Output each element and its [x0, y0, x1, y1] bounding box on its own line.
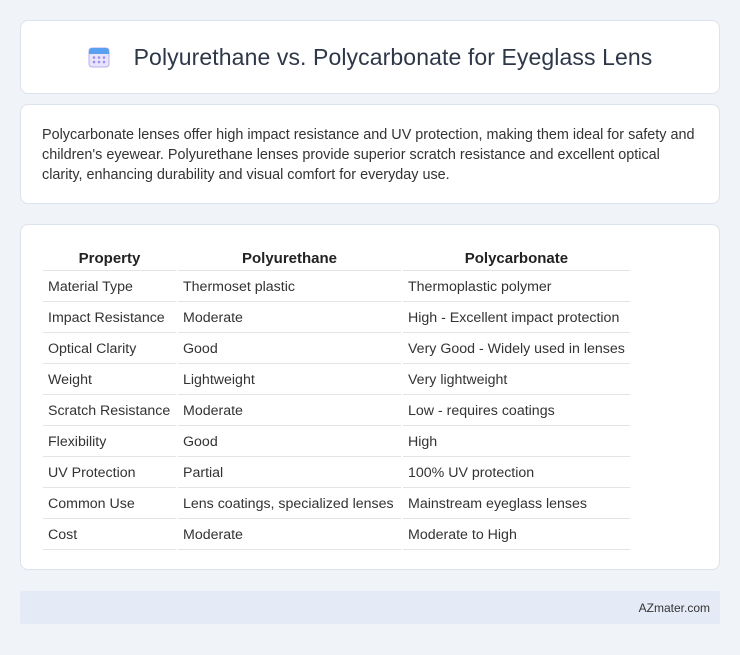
cell-polycarbonate: High — [403, 428, 630, 457]
table-row: UV Protection Partial 100% UV protection — [43, 459, 630, 488]
calendar-icon — [88, 46, 110, 68]
table-header-row: Property Polyurethane Polycarbonate — [43, 247, 630, 271]
cell-property: Material Type — [43, 273, 176, 302]
header-property: Property — [43, 247, 176, 271]
cell-polyurethane: Thermoset plastic — [178, 273, 401, 302]
summary-text: Polycarbonate lenses offer high impact r… — [42, 127, 695, 183]
table-row: Scratch Resistance Moderate Low - requir… — [43, 397, 630, 426]
cell-polycarbonate: Low - requires coatings — [403, 397, 630, 426]
cell-polycarbonate: Thermoplastic polymer — [403, 273, 630, 302]
cell-polyurethane: Moderate — [178, 304, 401, 333]
footer: AZmater.com — [20, 591, 720, 624]
cell-polyurethane: Good — [178, 428, 401, 457]
table-row: Common Use Lens coatings, specialized le… — [43, 490, 630, 519]
page-title: Polyurethane vs. Polycarbonate for Eyegl… — [133, 43, 653, 70]
table-row: Material Type Thermoset plastic Thermopl… — [43, 273, 630, 302]
cell-polyurethane: Lightweight — [178, 366, 401, 395]
cell-property: Flexibility — [43, 428, 176, 457]
cell-polyurethane: Partial — [178, 459, 401, 488]
cell-property: Optical Clarity — [43, 335, 176, 364]
comparison-table: Property Polyurethane Polycarbonate Mate… — [41, 245, 632, 552]
cell-polyurethane: Moderate — [178, 397, 401, 426]
footer-brand: AZmater.com — [638, 600, 710, 615]
cell-polyurethane: Lens coatings, specialized lenses — [178, 490, 401, 519]
cell-polyurethane: Good — [178, 335, 401, 364]
title-card: Polyurethane vs. Polycarbonate for Eyegl… — [20, 20, 720, 94]
header-polycarbonate: Polycarbonate — [403, 247, 630, 271]
cell-polycarbonate: Mainstream eyeglass lenses — [403, 490, 630, 519]
cell-polycarbonate: 100% UV protection — [403, 459, 630, 488]
cell-polycarbonate: Very lightweight — [403, 366, 630, 395]
table-row: Optical Clarity Good Very Good - Widely … — [43, 335, 630, 364]
table-row: Impact Resistance Moderate High - Excell… — [43, 304, 630, 333]
cell-property: Cost — [43, 521, 176, 550]
summary-card: Polycarbonate lenses offer high impact r… — [20, 104, 720, 204]
table-row: Cost Moderate Moderate to High — [43, 521, 630, 550]
table-row: Flexibility Good High — [43, 428, 630, 457]
cell-polycarbonate: High - Excellent impact protection — [403, 304, 630, 333]
cell-property: Weight — [43, 366, 176, 395]
cell-polyurethane: Moderate — [178, 521, 401, 550]
table-card: Property Polyurethane Polycarbonate Mate… — [20, 224, 720, 570]
title-wrap: Polyurethane vs. Polycarbonate for Eyegl… — [88, 44, 653, 71]
header-polyurethane: Polyurethane — [178, 247, 401, 271]
cell-property: Common Use — [43, 490, 176, 519]
cell-property: Scratch Resistance — [43, 397, 176, 426]
table-row: Weight Lightweight Very lightweight — [43, 366, 630, 395]
cell-property: UV Protection — [43, 459, 176, 488]
cell-polycarbonate: Moderate to High — [403, 521, 630, 550]
cell-property: Impact Resistance — [43, 304, 176, 333]
cell-polycarbonate: Very Good - Widely used in lenses — [403, 335, 630, 364]
